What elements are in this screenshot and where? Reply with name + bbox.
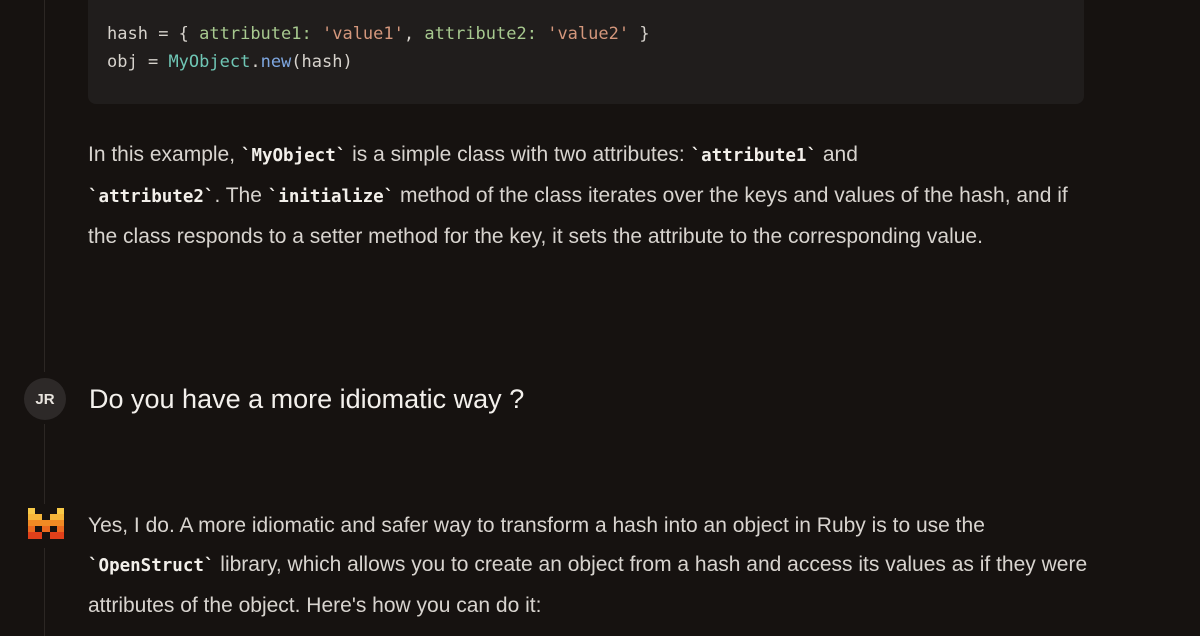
assistant-message-text: Yes, I do. A more idiomatic and safer wa… xyxy=(88,514,1088,617)
code-line: obj = MyObject.new(hash) xyxy=(107,52,353,72)
inline-code: `attribute2` xyxy=(88,187,215,207)
thread-line xyxy=(44,424,45,504)
inline-code: `OpenStruct` xyxy=(88,556,215,576)
inline-code: `MyObject` xyxy=(240,146,347,166)
thread-line xyxy=(44,548,45,636)
inline-code: `attribute1` xyxy=(690,146,817,166)
code-line: hash = { attribute1: 'value1', attribute… xyxy=(107,24,650,44)
inline-code: `initialize` xyxy=(267,187,395,207)
user-avatar: JR xyxy=(24,378,66,420)
thread-line xyxy=(44,0,45,372)
code-block: hash = { attribute1: 'value1', attribute… xyxy=(88,0,1084,104)
mistral-logo-icon xyxy=(28,508,64,539)
assistant-message-text: In this example, `MyObject` is a simple … xyxy=(88,143,1068,248)
user-message: Do you have a more idiomatic way ? xyxy=(89,384,525,414)
